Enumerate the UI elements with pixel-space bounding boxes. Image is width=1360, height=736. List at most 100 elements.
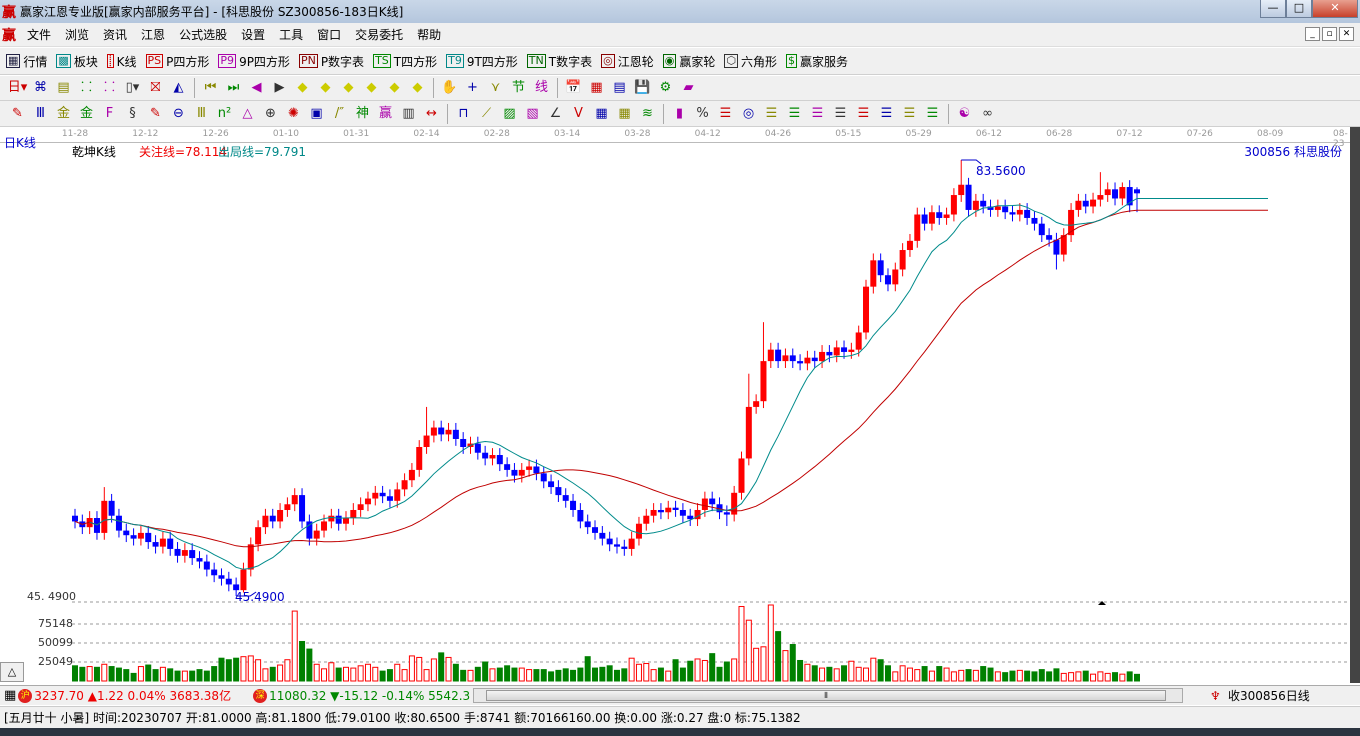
toolbar-sector-button[interactable]: ▩ 板块: [56, 53, 98, 70]
vertical-scrollbar[interactable]: [1350, 127, 1360, 683]
grid-3-icon[interactable]: ▦: [613, 104, 636, 124]
fan-icon[interactable]: ⟋: [475, 104, 498, 124]
circle-icon[interactable]: ⊖: [167, 104, 190, 124]
percent-icon[interactable]: %: [691, 104, 714, 124]
prev-icon[interactable]: ◀: [245, 78, 268, 98]
chart-type-icon[interactable]: ⌘: [29, 78, 52, 98]
app-menu-icon[interactable]: 赢: [2, 25, 16, 45]
mdi-restore-button[interactable]: ▫: [1322, 27, 1337, 41]
gold-1-icon[interactable]: 金: [52, 104, 75, 124]
next-icon[interactable]: ▶: [268, 78, 291, 98]
slash-icon[interactable]: /″: [328, 104, 351, 124]
mdi-minimize-button[interactable]: _: [1305, 27, 1320, 41]
toolbar-kline-button[interactable]: ⸽ K线: [106, 53, 137, 70]
v-line-icon[interactable]: V: [567, 104, 590, 124]
gold-f-icon[interactable]: ☰: [829, 104, 852, 124]
crosshair-icon[interactable]: +: [461, 78, 484, 98]
triangle-icon[interactable]: △: [236, 104, 259, 124]
box-icon[interactable]: ▣: [305, 104, 328, 124]
pen-icon[interactable]: ✎: [6, 104, 29, 124]
box-fan-2-icon[interactable]: ▧: [521, 104, 544, 124]
gold-a-icon[interactable]: ☰: [714, 104, 737, 124]
minimize-button[interactable]: —: [1260, 0, 1286, 18]
menu-item[interactable]: 工具: [279, 26, 303, 43]
mdi-close-button[interactable]: ✕: [1339, 27, 1354, 41]
notes-icon[interactable]: ▤: [608, 78, 631, 98]
settings-icon[interactable]: ⚙: [654, 78, 677, 98]
line-icon[interactable]: 线: [530, 78, 553, 98]
zoom-in-icon[interactable]: ◆: [337, 78, 360, 98]
parallel-icon[interactable]: Ⅲ: [190, 104, 213, 124]
range-icon[interactable]: ↔: [420, 104, 443, 124]
zoom-right-icon[interactable]: ◆: [314, 78, 337, 98]
wave-3-icon[interactable]: ⸬: [75, 78, 98, 98]
toolbar-9p-square-button[interactable]: P9 9P四方形: [218, 53, 290, 70]
shen-icon[interactable]: 神: [351, 104, 374, 124]
gold-g-icon[interactable]: ☰: [852, 104, 875, 124]
fibonacci-icon[interactable]: F: [98, 104, 121, 124]
square-icon[interactable]: n²: [213, 104, 236, 124]
calculator-icon[interactable]: ▦: [585, 78, 608, 98]
marker-icon[interactable]: ✎: [144, 104, 167, 124]
toolbar-winner-wheel-button[interactable]: ◉ 赢家轮: [662, 53, 715, 70]
toolbar-9t-square-button[interactable]: T9 9T四方形: [446, 53, 518, 70]
infinity-icon[interactable]: ∞: [976, 104, 999, 124]
gold-e-icon[interactable]: ☰: [806, 104, 829, 124]
festival-icon[interactable]: 节: [507, 78, 530, 98]
wave-lines-icon[interactable]: ≋: [636, 104, 659, 124]
candle-style-icon[interactable]: ▯▾: [121, 78, 144, 98]
zoom-left-icon[interactable]: ◆: [291, 78, 314, 98]
menu-item[interactable]: 设置: [241, 26, 265, 43]
taiji-icon[interactable]: ☯: [953, 104, 976, 124]
quotes-table-icon[interactable]: ▦: [4, 688, 16, 703]
ying-icon[interactable]: 赢: [374, 104, 397, 124]
draw-line-icon[interactable]: ⋎: [484, 78, 507, 98]
star-icon[interactable]: ✺: [282, 104, 305, 124]
toolbar-t-number-table-button[interactable]: TN T数字表: [526, 53, 592, 70]
menu-item[interactable]: 资讯: [103, 26, 127, 43]
gold-i-icon[interactable]: ☰: [898, 104, 921, 124]
scroll-thumb[interactable]: ⦀: [486, 690, 1166, 701]
horizontal-scrollbar[interactable]: ⦀: [473, 688, 1183, 703]
spiral-icon[interactable]: §: [121, 104, 144, 124]
bar-icon[interactable]: ▮: [668, 104, 691, 124]
zoom-x-icon[interactable]: ◆: [383, 78, 406, 98]
hand-icon[interactable]: ✋: [438, 78, 461, 98]
flag-icon[interactable]: ◭: [167, 78, 190, 98]
close-button[interactable]: ✕: [1312, 0, 1358, 18]
gold-c-icon[interactable]: ☰: [760, 104, 783, 124]
kline-chart[interactable]: 11-28 12-12 12-26 01-10 01-31 02-14 02-28 03-14…: [0, 127, 1350, 683]
gold-d-icon[interactable]: ☰: [783, 104, 806, 124]
grid-icon[interactable]: ▥: [397, 104, 420, 124]
first-icon[interactable]: ⏮: [199, 78, 222, 98]
gold-b-icon[interactable]: ◎: [737, 104, 760, 124]
grid-2-icon[interactable]: ▦: [590, 104, 613, 124]
gate-icon[interactable]: ⊓: [452, 104, 475, 124]
toolbar-hexagon-button[interactable]: ⬡ 六角形: [724, 53, 777, 70]
zoom-y-icon[interactable]: ◆: [406, 78, 429, 98]
toolbar-gann-wheel-button[interactable]: ◎ 江恩轮: [601, 53, 654, 70]
toolbar-quotes-button[interactable]: ▦ 行情: [6, 53, 47, 70]
save-icon[interactable]: 💾: [631, 78, 654, 98]
export-icon[interactable]: ▰: [677, 78, 700, 98]
menu-item[interactable]: 文件: [27, 26, 51, 43]
box-fan-icon[interactable]: ▨: [498, 104, 521, 124]
menu-item[interactable]: 帮助: [417, 26, 441, 43]
calendar-icon[interactable]: 📅: [562, 78, 585, 98]
toolbar-winner-service-button[interactable]: $ 赢家服务: [785, 53, 848, 70]
menu-item[interactable]: 浏览: [65, 26, 89, 43]
lines-icon[interactable]: Ⅲ: [29, 104, 52, 124]
toolbar-p-number-table-button[interactable]: PN P数字表: [298, 53, 364, 70]
period-select-icon[interactable]: 日▾: [6, 78, 29, 98]
wave-9-icon[interactable]: ⸬: [98, 78, 121, 98]
list-icon[interactable]: ▤: [52, 78, 75, 98]
gold-h-icon[interactable]: ☰: [875, 104, 898, 124]
angle-icon[interactable]: ∠: [544, 104, 567, 124]
maximize-button[interactable]: □: [1286, 0, 1312, 18]
toolbar-p-square-button[interactable]: PS P四方形: [145, 53, 209, 70]
last-icon[interactable]: ⏭: [222, 78, 245, 98]
zoom-out-icon[interactable]: ◆: [360, 78, 383, 98]
gold-j-icon[interactable]: ☰: [921, 104, 944, 124]
gold-2-icon[interactable]: 金: [75, 104, 98, 124]
target-icon[interactable]: ⊕: [259, 104, 282, 124]
